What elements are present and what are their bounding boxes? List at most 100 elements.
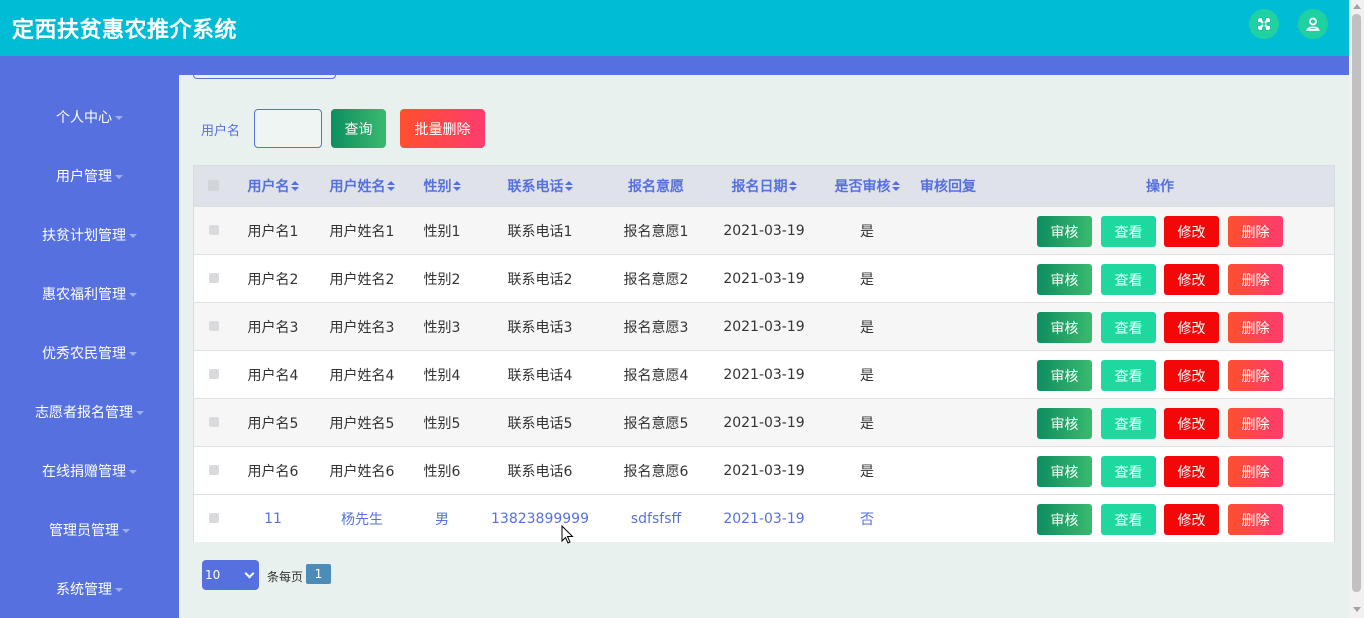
cell-username: 用户名2 xyxy=(247,271,299,288)
view-button[interactable]: 查看 xyxy=(1101,408,1156,439)
cell-phone: 联系电话5 xyxy=(507,415,573,432)
scroll-up-arrow-icon[interactable] xyxy=(1353,4,1361,9)
search-label: 用户名 xyxy=(201,124,241,139)
cell-phone: 联系电话3 xyxy=(507,319,573,336)
scroll-down-arrow-icon[interactable] xyxy=(1353,607,1361,612)
delete-button[interactable]: 删除 xyxy=(1228,312,1283,343)
cell-audited: 是 xyxy=(860,223,874,240)
caret-down-icon xyxy=(115,116,123,120)
col-phone[interactable]: 联系电话 xyxy=(472,166,608,206)
main-content: 用户名 查询 批量删除 用户名 用户姓名 性别 联系电话 报名意愿 报名日期 是… xyxy=(179,73,1349,618)
cell-wish: 报名意愿6 xyxy=(623,463,689,480)
sidebar-item-label: 系统管理 xyxy=(56,582,112,598)
col-username[interactable]: 用户名 xyxy=(234,166,312,206)
page-number-button[interactable]: 1 xyxy=(306,564,331,584)
row-checkbox[interactable] xyxy=(209,321,219,331)
sidebar-item-label: 管理员管理 xyxy=(49,523,119,539)
audit-button[interactable]: 审核 xyxy=(1037,264,1092,295)
cell-date: 2021-03-19 xyxy=(723,270,805,287)
cell-gender: 性别4 xyxy=(423,367,461,384)
col-date[interactable]: 报名日期 xyxy=(704,166,824,206)
edit-button[interactable]: 修改 xyxy=(1164,360,1219,391)
cell-wish: 报名意愿3 xyxy=(623,319,689,336)
sidebar-item-admin[interactable]: 管理员管理 xyxy=(0,510,179,550)
select-all-checkbox[interactable] xyxy=(208,180,219,191)
delete-button[interactable]: 删除 xyxy=(1228,216,1283,247)
caret-down-icon xyxy=(122,529,130,533)
edit-button[interactable]: 修改 xyxy=(1164,456,1219,487)
cell-wish: sdfsfsff xyxy=(630,510,682,527)
cell-phone: 联系电话1 xyxy=(507,223,573,240)
fullscreen-icon xyxy=(1258,18,1270,30)
col-reply: 审核回复 xyxy=(920,179,976,195)
page-size-select[interactable]: 10 xyxy=(202,560,259,590)
table-row: 用户名2 用户姓名2 性别2 联系电话2 报名意愿2 2021-03-19 是 … xyxy=(194,254,1334,302)
fullscreen-button[interactable] xyxy=(1249,9,1279,39)
sidebar-item-donation[interactable]: 在线捐赠管理 xyxy=(0,451,179,491)
cell-wish: 报名意愿4 xyxy=(623,367,689,384)
view-button[interactable]: 查看 xyxy=(1101,360,1156,391)
edit-button[interactable]: 修改 xyxy=(1164,504,1219,535)
user-icon xyxy=(1306,17,1320,31)
edit-button[interactable]: 修改 xyxy=(1164,408,1219,439)
data-table: 用户名 用户姓名 性别 联系电话 报名意愿 报名日期 是否审核 审核回复 操作 … xyxy=(193,165,1335,542)
query-button[interactable]: 查询 xyxy=(331,109,386,148)
user-menu-button[interactable] xyxy=(1298,9,1328,39)
delete-button[interactable]: 删除 xyxy=(1228,360,1283,391)
edit-button[interactable]: 修改 xyxy=(1164,216,1219,247)
cell-username: 用户名6 xyxy=(247,463,299,480)
col-gender[interactable]: 性别 xyxy=(412,166,472,206)
row-checkbox[interactable] xyxy=(209,225,219,235)
cell-date: 2021-03-19 xyxy=(723,414,805,431)
view-button[interactable]: 查看 xyxy=(1101,312,1156,343)
row-checkbox[interactable] xyxy=(209,465,219,475)
sidebar-item-farmers[interactable]: 优秀农民管理 xyxy=(0,333,179,373)
delete-button[interactable]: 删除 xyxy=(1228,504,1283,535)
audit-button[interactable]: 审核 xyxy=(1037,504,1092,535)
sidebar-item-personal-center[interactable]: 个人中心 xyxy=(0,97,179,137)
table-row: 用户名3 用户姓名3 性别3 联系电话3 报名意愿3 2021-03-19 是 … xyxy=(194,302,1334,350)
cell-reply xyxy=(910,399,986,446)
audit-button[interactable]: 审核 xyxy=(1037,360,1092,391)
col-name[interactable]: 用户姓名 xyxy=(312,166,412,206)
audit-button[interactable]: 审核 xyxy=(1037,456,1092,487)
sidebar-item-label: 志愿者报名管理 xyxy=(35,405,133,421)
caret-down-icon xyxy=(129,293,137,297)
delete-button[interactable]: 删除 xyxy=(1228,264,1283,295)
row-checkbox[interactable] xyxy=(209,417,219,427)
delete-button[interactable]: 删除 xyxy=(1228,456,1283,487)
cell-audited: 是 xyxy=(860,271,874,288)
cell-date: 2021-03-19 xyxy=(723,222,805,239)
scrollbar-thumb[interactable] xyxy=(1352,14,1361,592)
cell-phone: 联系电话6 xyxy=(507,463,573,480)
row-checkbox[interactable] xyxy=(209,513,219,523)
edit-button[interactable]: 修改 xyxy=(1164,312,1219,343)
row-checkbox[interactable] xyxy=(209,273,219,283)
audit-button[interactable]: 审核 xyxy=(1037,312,1092,343)
sidebar-item-system[interactable]: 系统管理 xyxy=(0,569,179,609)
batch-delete-button[interactable]: 批量删除 xyxy=(400,109,485,148)
cell-username: 用户名1 xyxy=(247,223,299,240)
username-search-input[interactable] xyxy=(254,109,322,148)
sidebar-item-welfare[interactable]: 惠农福利管理 xyxy=(0,274,179,314)
audit-button[interactable]: 审核 xyxy=(1037,216,1092,247)
sort-icon xyxy=(564,181,573,191)
view-button[interactable]: 查看 xyxy=(1101,264,1156,295)
sidebar-item-user-management[interactable]: 用户管理 xyxy=(0,156,179,196)
cell-gender: 性别3 xyxy=(423,319,461,336)
vertical-scrollbar[interactable] xyxy=(1349,0,1364,618)
col-audited[interactable]: 是否审核 xyxy=(824,166,910,206)
view-button[interactable]: 查看 xyxy=(1101,456,1156,487)
view-button[interactable]: 查看 xyxy=(1101,216,1156,247)
cell-wish: 报名意愿1 xyxy=(623,223,689,240)
sidebar-item-poverty-plan[interactable]: 扶贫计划管理 xyxy=(0,215,179,255)
view-button[interactable]: 查看 xyxy=(1101,504,1156,535)
row-checkbox[interactable] xyxy=(209,369,219,379)
delete-button[interactable]: 删除 xyxy=(1228,408,1283,439)
sidebar-item-volunteer[interactable]: 志愿者报名管理 xyxy=(0,392,179,432)
edit-button[interactable]: 修改 xyxy=(1164,264,1219,295)
cell-phone: 联系电话2 xyxy=(507,271,573,288)
audit-button[interactable]: 审核 xyxy=(1037,408,1092,439)
cell-audited: 是 xyxy=(860,415,874,432)
sort-icon xyxy=(290,181,299,191)
